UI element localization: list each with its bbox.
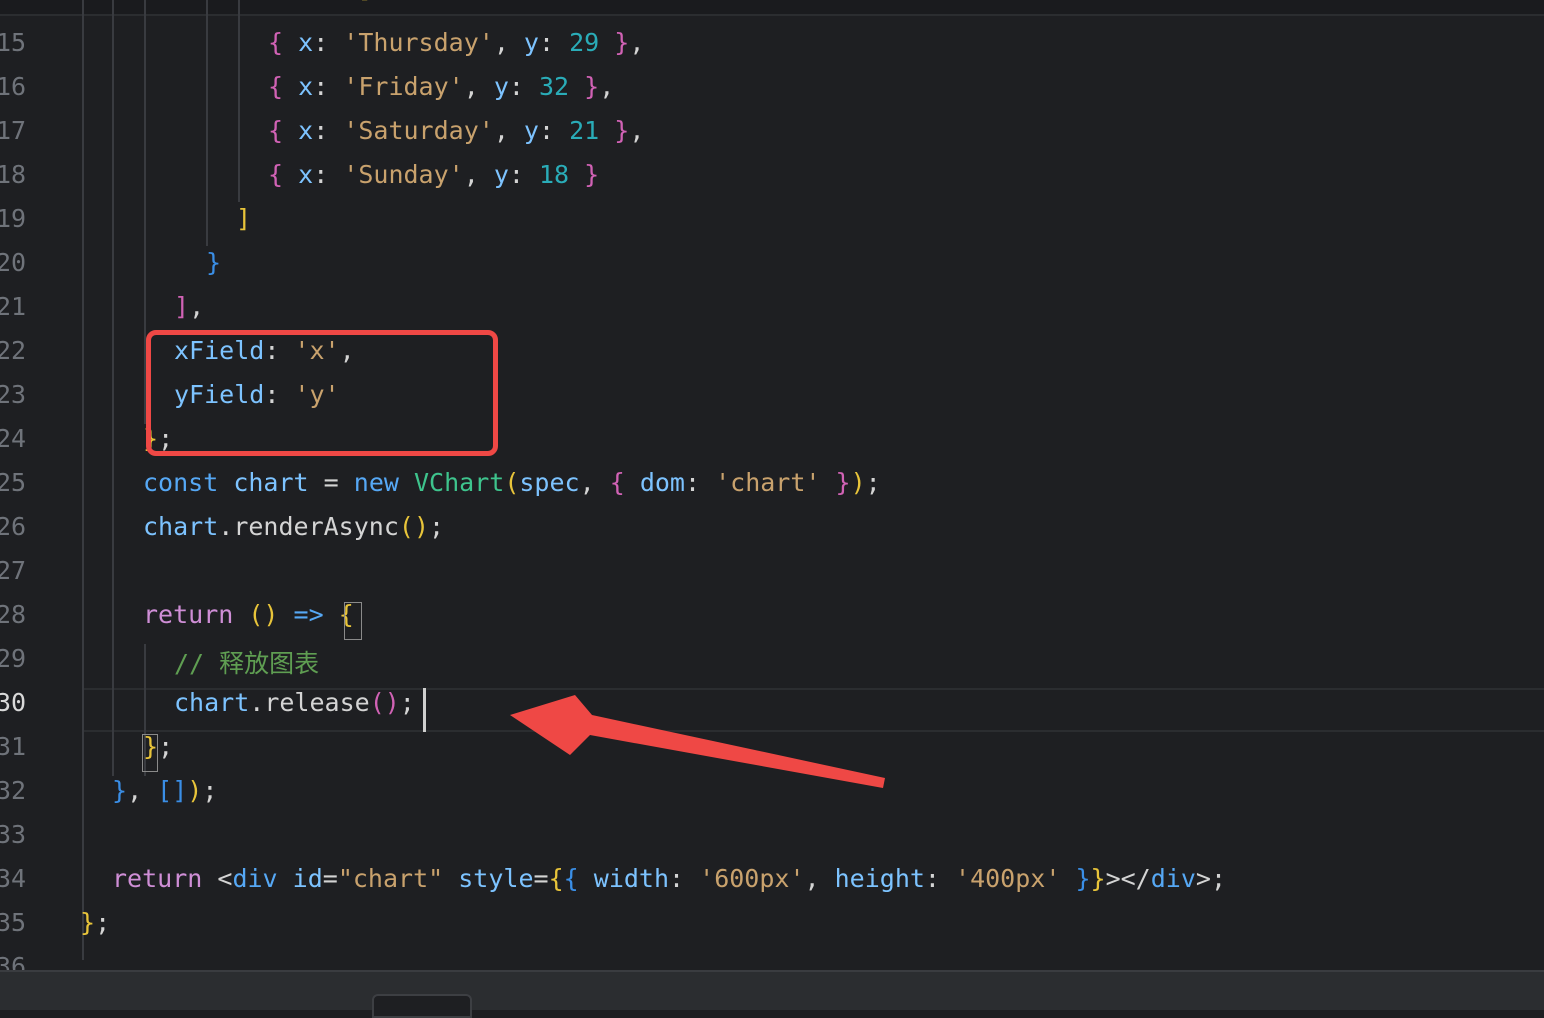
annotation-arrow-icon [510, 695, 885, 788]
bottom-tab[interactable] [372, 994, 472, 1018]
bottom-status-bar [0, 970, 1544, 1010]
code-editor[interactable]: values: [ 15 { x: 'Thursday', y: 29 }, 1… [0, 0, 1544, 970]
